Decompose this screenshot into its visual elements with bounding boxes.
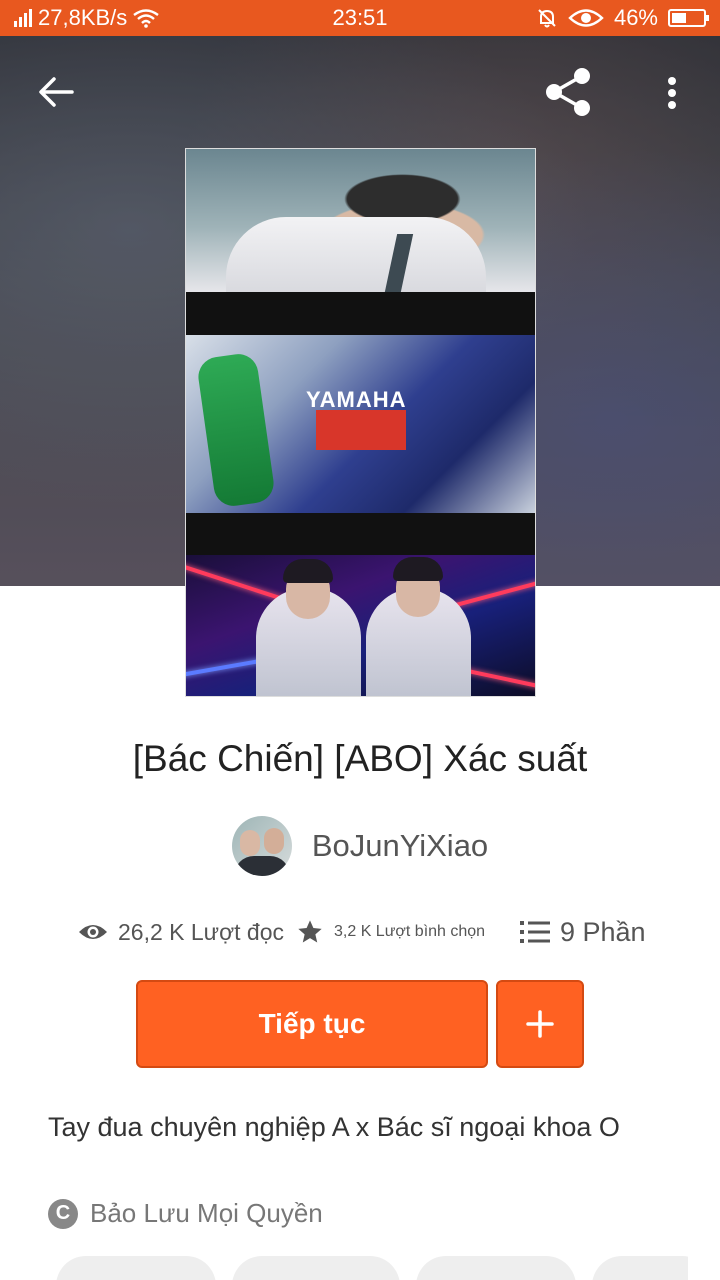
- share-button[interactable]: [540, 66, 596, 118]
- story-description: Tay đua chuyên nghiệp A x Bác sĩ ngoại k…: [48, 1112, 620, 1142]
- status-bar: 27,8KB/s 23:51 46%: [0, 0, 720, 36]
- back-button[interactable]: [30, 72, 82, 112]
- tag-chip[interactable]: [592, 1256, 688, 1280]
- cover-panel-racer: YAMAHA: [186, 335, 535, 513]
- cover-panel-duo: [186, 555, 535, 696]
- author-name[interactable]: BoJunYiXiao: [312, 828, 488, 864]
- plus-icon: [526, 1010, 554, 1038]
- parts-stat[interactable]: 9 Phần: [520, 910, 646, 954]
- continue-reading-label: Tiếp tục: [258, 1008, 366, 1039]
- cover-panel-doctor: [186, 149, 535, 292]
- continue-reading-button[interactable]: Tiếp tục: [136, 980, 488, 1068]
- bell-off-icon: [538, 9, 556, 28]
- story-cover[interactable]: YAMAHA: [185, 148, 536, 697]
- share-icon: [546, 68, 590, 116]
- add-to-library-button[interactable]: [496, 980, 584, 1068]
- cover-jersey-text: YAMAHA: [306, 387, 407, 412]
- copyright-icon: C: [48, 1198, 78, 1229]
- list-icon: [520, 921, 550, 943]
- author-row[interactable]: BoJunYiXiao: [0, 816, 720, 876]
- tag-chip[interactable]: [56, 1256, 216, 1280]
- battery-percent: 46%: [613, 5, 658, 30]
- author-avatar[interactable]: [231, 816, 292, 876]
- star-icon: [298, 920, 322, 943]
- eye-icon: [79, 925, 107, 939]
- battery-icon: [668, 9, 709, 27]
- votes-stat: 3,2 K Lượt bình chọn: [296, 910, 485, 954]
- reads-stat: 26,2 K Lượt đọc: [78, 910, 284, 954]
- story-title: [Bác Chiến] [ABO] Xác suất: [132, 738, 588, 779]
- votes-count: 3,2 K Lượt bình chọn: [334, 923, 486, 940]
- tag-list: [56, 1256, 688, 1280]
- story-stats: 26,2 K Lượt đọc 3,2 K Lượt bình chọn 9 P…: [0, 910, 720, 954]
- more-button[interactable]: [656, 70, 688, 116]
- more-vertical-icon: [668, 77, 676, 109]
- reads-count: 26,2 K Lượt đọc: [118, 918, 285, 945]
- arrow-left-icon: [39, 77, 74, 107]
- copyright-label: Bảo Lưu Mọi Quyền: [90, 1198, 323, 1228]
- tag-chip[interactable]: [416, 1256, 576, 1280]
- eye-icon: [568, 9, 604, 27]
- copyright-notice: C Bảo Lưu Mọi Quyền: [48, 1198, 323, 1229]
- tag-chip[interactable]: [232, 1256, 400, 1280]
- parts-count: 9 Phần: [560, 916, 646, 947]
